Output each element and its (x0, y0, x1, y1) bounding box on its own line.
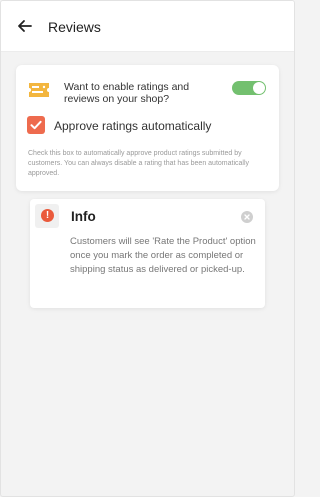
toggle-knob (253, 82, 265, 94)
approve-automatically-checkbox[interactable] (27, 116, 45, 134)
info-title: Info (71, 209, 96, 224)
back-button[interactable] (15, 16, 35, 36)
alert-icon: ! (41, 209, 54, 222)
close-info-button[interactable] (241, 211, 253, 223)
top-bar: Reviews (1, 1, 294, 52)
enable-ratings-label: Want to enable ratings and reviews on yo… (64, 81, 190, 105)
enable-ratings-toggle[interactable] (232, 81, 266, 95)
ticket-icon (29, 83, 49, 97)
info-card: ! Info Customers will see 'Rate the Prod… (30, 199, 265, 308)
approve-automatically-label[interactable]: Approve ratings automatically (54, 119, 211, 133)
close-icon (244, 214, 250, 220)
helper-text: Check this box to automatically approve … (28, 150, 250, 177)
checkmark-icon (30, 120, 42, 130)
page-title: Reviews (48, 19, 101, 35)
info-body: Customers will see 'Rate the Product' op… (70, 236, 256, 275)
alert-icon-container: ! (35, 204, 59, 228)
arrow-left-icon (18, 20, 32, 32)
ratings-settings-card: Want to enable ratings and reviews on yo… (16, 65, 279, 191)
app-frame: Reviews Want to enable ratings and revie… (0, 0, 295, 497)
